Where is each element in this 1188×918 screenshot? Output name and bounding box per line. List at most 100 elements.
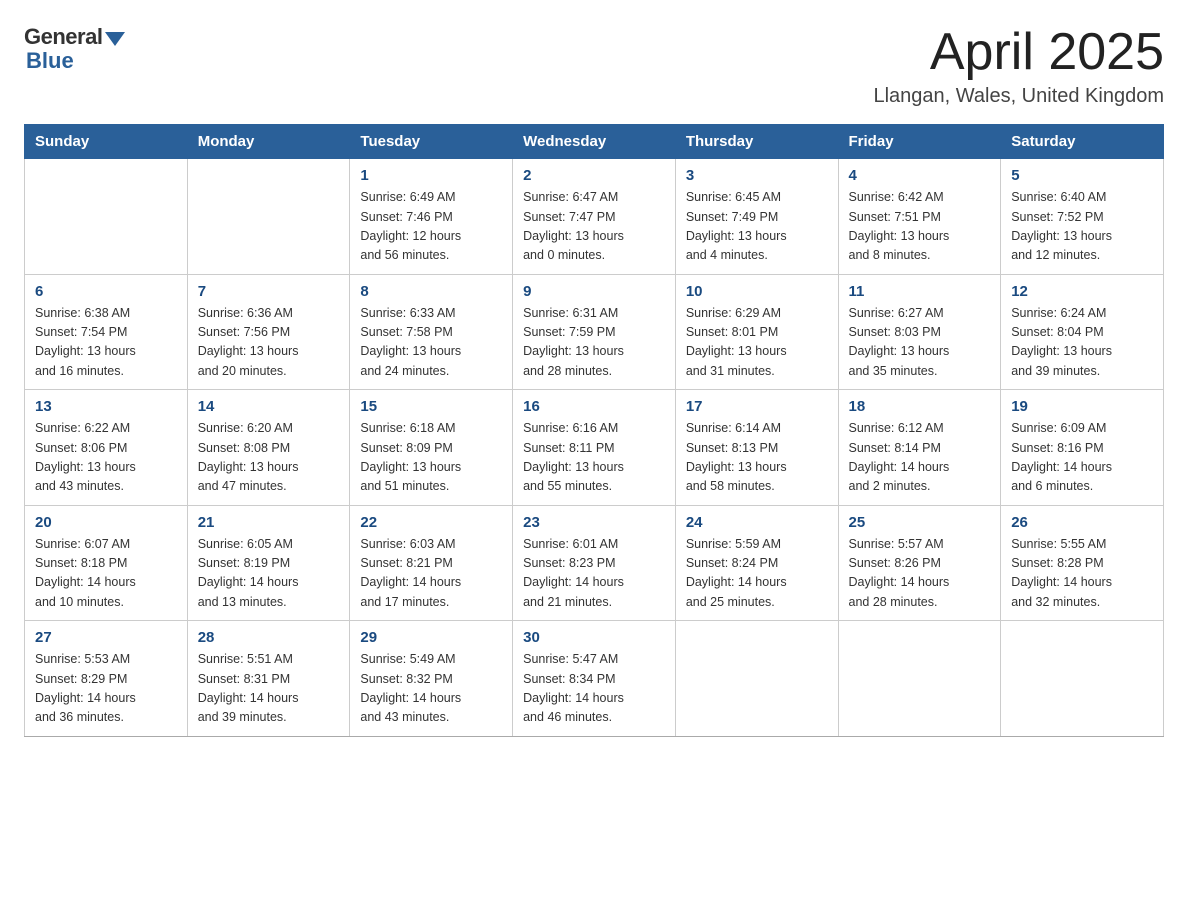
day-number: 21 [198,514,340,531]
logo-blue-text: Blue [26,48,74,74]
day-number: 18 [849,398,991,415]
title-block: April 2025 Llangan, Wales, United Kingdo… [873,24,1164,108]
calendar-cell: 20 Sunrise: 6:07 AM Sunset: 8:18 PM Dayli… [25,505,188,621]
day-number: 12 [1011,283,1153,300]
day-number: 26 [1011,514,1153,531]
day-number: 20 [35,514,177,531]
calendar-cell: 11 Sunrise: 6:27 AM Sunset: 8:03 PM Dayli… [838,274,1001,390]
day-info: Sunrise: 6:38 AM Sunset: 7:54 PM Dayligh… [35,304,177,382]
calendar-cell: 15Sunrise: 6:18 AM Sunset: 8:09 PM Dayli… [350,390,513,506]
day-info: Sunrise: 6:09 AM Sunset: 8:16 PM Dayligh… [1011,419,1153,497]
calendar-cell: 12 Sunrise: 6:24 AM Sunset: 8:04 PM Dayli… [1001,274,1164,390]
day-info: Sunrise: 6:07 AM Sunset: 8:18 PM Dayligh… [35,535,177,613]
day-info: Sunrise: 5:55 AM Sunset: 8:28 PM Dayligh… [1011,535,1153,613]
day-number: 17 [686,398,828,415]
calendar-cell [25,159,188,275]
col-header-friday: Friday [838,125,1001,159]
day-number: 11 [849,283,991,300]
day-number: 9 [523,283,665,300]
day-info: Sunrise: 5:49 AM Sunset: 8:32 PM Dayligh… [360,650,502,728]
calendar-cell: 16 Sunrise: 6:16 AM Sunset: 8:11 PM Dayli… [513,390,676,506]
day-info: Sunrise: 6:31 AM Sunset: 7:59 PM Dayligh… [523,304,665,382]
day-number: 19 [1011,398,1153,415]
calendar-week-row: 13Sunrise: 6:22 AM Sunset: 8:06 PM Dayli… [25,390,1164,506]
day-number: 28 [198,629,340,646]
col-header-tuesday: Tuesday [350,125,513,159]
location-title: Llangan, Wales, United Kingdom [873,85,1164,108]
calendar-cell: 10 Sunrise: 6:29 AM Sunset: 8:01 PM Dayli… [675,274,838,390]
calendar-cell: 6 Sunrise: 6:38 AM Sunset: 7:54 PM Daylig… [25,274,188,390]
day-info: Sunrise: 6:40 AM Sunset: 7:52 PM Dayligh… [1011,188,1153,266]
logo-arrow-icon [105,32,125,46]
month-title: April 2025 [873,24,1164,81]
calendar-cell [675,621,838,737]
calendar-cell: 30Sunrise: 5:47 AM Sunset: 8:34 PM Dayli… [513,621,676,737]
day-number: 1 [360,167,502,184]
day-number: 15 [360,398,502,415]
logo: General Blue [24,24,125,74]
day-info: Sunrise: 6:47 AM Sunset: 7:47 PM Dayligh… [523,188,665,266]
day-info: Sunrise: 6:27 AM Sunset: 8:03 PM Dayligh… [849,304,991,382]
day-info: Sunrise: 6:14 AM Sunset: 8:13 PM Dayligh… [686,419,828,497]
calendar-cell: 18 Sunrise: 6:12 AM Sunset: 8:14 PM Dayli… [838,390,1001,506]
calendar-cell: 21 Sunrise: 6:05 AM Sunset: 8:19 PM Dayli… [187,505,350,621]
calendar-cell [187,159,350,275]
day-info: Sunrise: 6:29 AM Sunset: 8:01 PM Dayligh… [686,304,828,382]
calendar-cell: 17 Sunrise: 6:14 AM Sunset: 8:13 PM Dayli… [675,390,838,506]
col-header-saturday: Saturday [1001,125,1164,159]
page-header: General Blue April 2025 Llangan, Wales, … [24,24,1164,108]
calendar-cell: 13Sunrise: 6:22 AM Sunset: 8:06 PM Dayli… [25,390,188,506]
day-number: 14 [198,398,340,415]
calendar-cell: 28 Sunrise: 5:51 AM Sunset: 8:31 PM Dayli… [187,621,350,737]
day-info: Sunrise: 6:16 AM Sunset: 8:11 PM Dayligh… [523,419,665,497]
calendar-cell: 2 Sunrise: 6:47 AM Sunset: 7:47 PM Daylig… [513,159,676,275]
day-number: 2 [523,167,665,184]
day-number: 6 [35,283,177,300]
calendar-week-row: 27Sunrise: 5:53 AM Sunset: 8:29 PM Dayli… [25,621,1164,737]
day-info: Sunrise: 6:05 AM Sunset: 8:19 PM Dayligh… [198,535,340,613]
logo-general-text: General [24,24,102,50]
day-info: Sunrise: 5:57 AM Sunset: 8:26 PM Dayligh… [849,535,991,613]
calendar-cell: 7 Sunrise: 6:36 AM Sunset: 7:56 PM Daylig… [187,274,350,390]
calendar-cell: 3Sunrise: 6:45 AM Sunset: 7:49 PM Daylig… [675,159,838,275]
day-number: 7 [198,283,340,300]
day-number: 10 [686,283,828,300]
day-number: 30 [523,629,665,646]
day-number: 29 [360,629,502,646]
calendar-week-row: 20 Sunrise: 6:07 AM Sunset: 8:18 PM Dayli… [25,505,1164,621]
day-number: 5 [1011,167,1153,184]
col-header-monday: Monday [187,125,350,159]
day-number: 8 [360,283,502,300]
day-info: Sunrise: 6:12 AM Sunset: 8:14 PM Dayligh… [849,419,991,497]
col-header-wednesday: Wednesday [513,125,676,159]
day-info: Sunrise: 6:03 AM Sunset: 8:21 PM Dayligh… [360,535,502,613]
calendar-cell [838,621,1001,737]
day-info: Sunrise: 6:42 AM Sunset: 7:51 PM Dayligh… [849,188,991,266]
day-info: Sunrise: 6:33 AM Sunset: 7:58 PM Dayligh… [360,304,502,382]
calendar-cell: 24 Sunrise: 5:59 AM Sunset: 8:24 PM Dayli… [675,505,838,621]
day-info: Sunrise: 6:01 AM Sunset: 8:23 PM Dayligh… [523,535,665,613]
day-number: 24 [686,514,828,531]
day-number: 22 [360,514,502,531]
calendar-cell: 29 Sunrise: 5:49 AM Sunset: 8:32 PM Dayli… [350,621,513,737]
day-number: 4 [849,167,991,184]
day-info: Sunrise: 6:24 AM Sunset: 8:04 PM Dayligh… [1011,304,1153,382]
day-info: Sunrise: 6:45 AM Sunset: 7:49 PM Dayligh… [686,188,828,266]
day-info: Sunrise: 6:49 AM Sunset: 7:46 PM Dayligh… [360,188,502,266]
calendar-cell: 23Sunrise: 6:01 AM Sunset: 8:23 PM Dayli… [513,505,676,621]
calendar-cell [1001,621,1164,737]
day-info: Sunrise: 5:51 AM Sunset: 8:31 PM Dayligh… [198,650,340,728]
calendar-cell: 8 Sunrise: 6:33 AM Sunset: 7:58 PM Daylig… [350,274,513,390]
calendar-cell: 4 Sunrise: 6:42 AM Sunset: 7:51 PM Daylig… [838,159,1001,275]
day-info: Sunrise: 6:22 AM Sunset: 8:06 PM Dayligh… [35,419,177,497]
calendar-cell: 19 Sunrise: 6:09 AM Sunset: 8:16 PM Dayli… [1001,390,1164,506]
calendar-week-row: 1 Sunrise: 6:49 AM Sunset: 7:46 PM Daylig… [25,159,1164,275]
calendar-cell: 22 Sunrise: 6:03 AM Sunset: 8:21 PM Dayli… [350,505,513,621]
day-number: 16 [523,398,665,415]
calendar-cell: 14Sunrise: 6:20 AM Sunset: 8:08 PM Dayli… [187,390,350,506]
calendar-header-row: SundayMondayTuesdayWednesdayThursdayFrid… [25,125,1164,159]
day-info: Sunrise: 6:36 AM Sunset: 7:56 PM Dayligh… [198,304,340,382]
day-info: Sunrise: 5:59 AM Sunset: 8:24 PM Dayligh… [686,535,828,613]
day-number: 25 [849,514,991,531]
day-info: Sunrise: 5:53 AM Sunset: 8:29 PM Dayligh… [35,650,177,728]
